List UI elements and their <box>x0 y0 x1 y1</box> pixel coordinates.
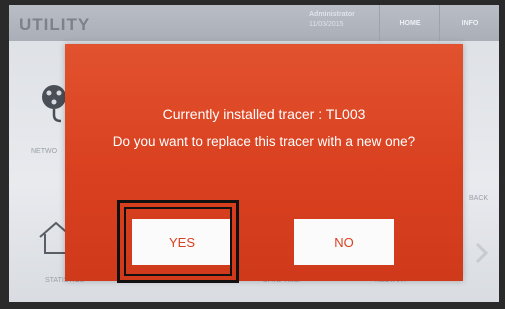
selection-highlight-box <box>117 200 239 283</box>
no-button[interactable]: NO <box>294 219 394 265</box>
date-label: 11/03/2015 <box>309 21 344 28</box>
info-button[interactable]: INFO <box>439 5 499 41</box>
network-label: NETWO <box>31 148 58 155</box>
chevron-right-icon[interactable] <box>471 241 491 270</box>
back-label[interactable]: BACK <box>469 195 488 202</box>
user-info: Administrator 11/03/2015 <box>309 10 355 30</box>
dialog-message-current-tracer: Currently installed tracer : TL003 <box>162 106 366 122</box>
page-title: UTILITY <box>19 15 91 34</box>
user-name: Administrator <box>309 11 355 18</box>
dialog-message-question: Do you want to replace this tracer with … <box>112 134 416 149</box>
top-bar: UTILITY Administrator 11/03/2015 HOME IN… <box>9 5 499 41</box>
home-button[interactable]: HOME <box>379 5 440 41</box>
